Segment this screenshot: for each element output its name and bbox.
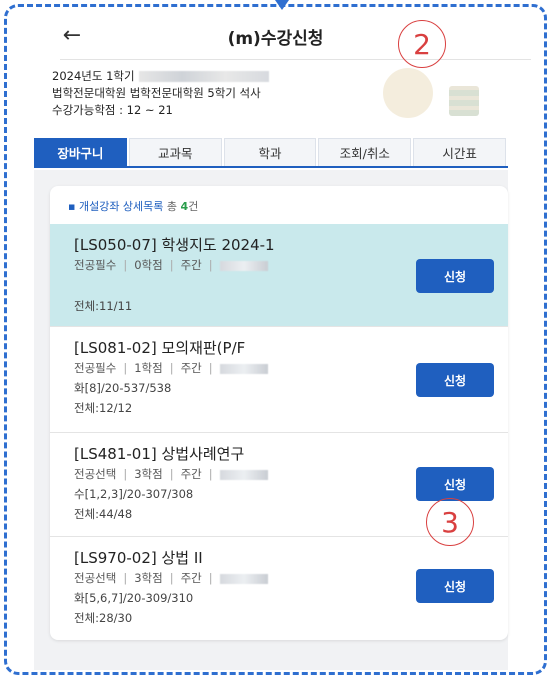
redacted-name: [138, 71, 269, 82]
app-header: ← (m)수강신청: [10, 14, 541, 60]
mascot-icon: [383, 68, 433, 118]
course-credits: 3학점: [134, 571, 163, 585]
annotation-circle-3: 3: [426, 498, 474, 546]
course-time: 주간: [180, 258, 202, 272]
course-list-card: ▪ 개설강좌 상세목록 총 4건 [LS050-07] 학생지도 2024-1 …: [50, 186, 508, 640]
course-schedule: 화[8]/20-537/538: [74, 381, 172, 395]
apply-button[interactable]: 신청: [416, 259, 494, 293]
course-capacity: 전체:28/30: [74, 611, 133, 625]
course-time: 주간: [180, 361, 202, 375]
student-info: 2024년도 1학기 법학전문대학원 법학전문대학원 5학기 석사 수강가능학점…: [52, 68, 269, 119]
apply-button[interactable]: 신청: [416, 363, 494, 397]
course-meta: 전공필수 | 0학점 | 주간 |: [74, 257, 268, 273]
course-credits: 3학점: [134, 467, 163, 481]
redacted-instructor: [219, 260, 268, 271]
course-meta: 전공선택 | 3학점 | 주간 |: [74, 466, 268, 482]
page-title: (m)수강신청: [227, 29, 324, 49]
course-row[interactable]: [LS050-07] 학생지도 2024-1 전공필수 | 0학점 | 주간 | 전체:1…: [50, 224, 508, 326]
redacted-instructor: [219, 363, 268, 374]
course-time: 주간: [180, 467, 202, 481]
books-icon: [449, 86, 479, 116]
decorative-illustration: [353, 64, 523, 126]
redacted-instructor: [219, 469, 268, 480]
program-line: 법학전문대학원 법학전문대학원 5학기 석사: [52, 86, 261, 100]
course-meta: 전공필수 | 1학점 | 주간 |: [74, 360, 268, 376]
course-schedule: 화[5,6,7]/20-309/310: [74, 591, 194, 605]
count-suffix: 건: [188, 200, 199, 213]
header-divider: [60, 59, 531, 60]
apply-button[interactable]: 신청: [416, 569, 494, 603]
total-label: 총: [166, 200, 178, 213]
tab-courses[interactable]: 교과목: [128, 138, 222, 166]
course-title: [LS970-02] 상법 II: [74, 549, 203, 567]
annotation-circle-2: 2: [398, 20, 446, 68]
course-title: [LS050-07] 학생지도 2024-1: [74, 236, 275, 254]
course-capacity: 전체:12/12: [74, 401, 133, 415]
semester-text: 2024년도 1학기: [52, 69, 135, 83]
course-credits: 0학점: [134, 258, 163, 272]
course-meta: 전공선택 | 3학점 | 주간 |: [74, 570, 268, 586]
tab-bar: 장바구니 교과목 학과 조회/취소 시간표: [34, 138, 508, 168]
course-capacity: 전체:44/48: [74, 507, 133, 521]
tab-cart[interactable]: 장바구니: [34, 138, 127, 166]
course-type: 전공선택: [74, 571, 117, 585]
course-type: 전공선택: [74, 467, 117, 481]
course-title: [LS481-01] 상법사례연구: [74, 445, 245, 463]
apply-button[interactable]: 신청: [416, 467, 494, 501]
tab-timetable[interactable]: 시간표: [413, 138, 506, 166]
list-heading-text: 개설강좌 상세목록: [78, 200, 164, 213]
course-schedule: 수[1,2,3]/20-307/308: [74, 487, 194, 501]
course-row[interactable]: [LS081-02] 모의재판(P/F 전공필수 | 1학점 | 주간 | 화[8]/20…: [50, 326, 508, 432]
list-heading: ▪ 개설강좌 상세목록 총 4건: [68, 200, 199, 213]
course-credits: 1학점: [134, 361, 163, 375]
credit-range-line: 수강가능학점 : 12 ~ 21: [52, 103, 173, 117]
tab-department[interactable]: 학과: [223, 138, 317, 166]
tab-lookup-cancel[interactable]: 조회/취소: [318, 138, 412, 166]
course-time: 주간: [180, 571, 202, 585]
course-capacity: 전체:11/11: [74, 299, 133, 313]
course-row[interactable]: [LS970-02] 상법 II 전공선택 | 3학점 | 주간 | 화[5,6,7]/2…: [50, 536, 508, 640]
course-type: 전공필수: [74, 361, 117, 375]
course-type: 전공필수: [74, 258, 117, 272]
semester-line: 2024년도 1학기: [52, 68, 269, 85]
course-title: [LS081-02] 모의재판(P/F: [74, 339, 246, 357]
redacted-instructor: [219, 573, 268, 584]
